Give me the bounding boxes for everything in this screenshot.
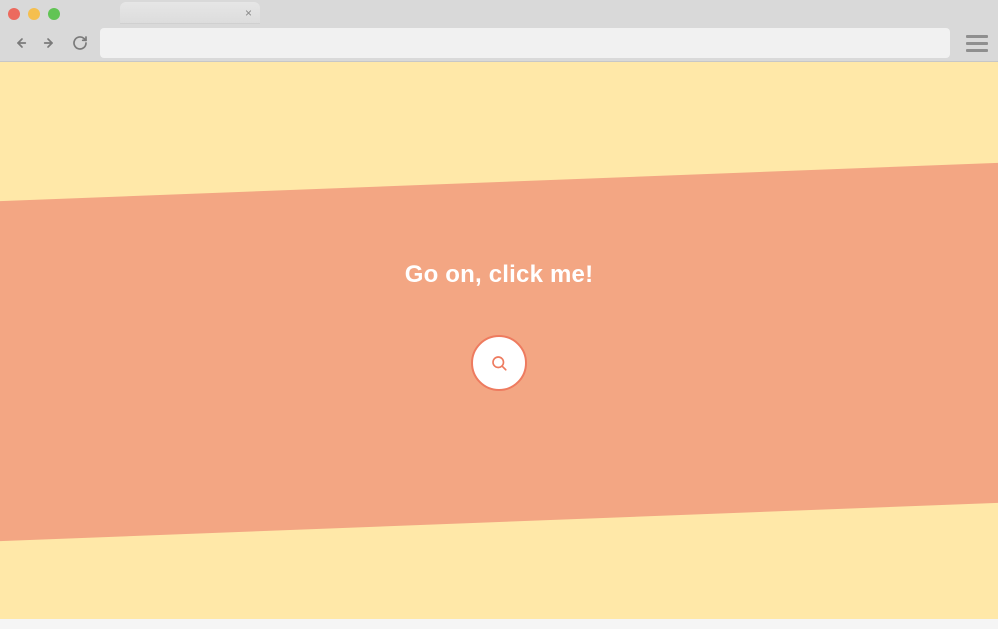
page-viewport: Go on, click me! [0,62,998,629]
maximize-window-button[interactable] [48,8,60,20]
close-tab-icon[interactable]: × [245,7,252,19]
bottom-edge [0,619,998,629]
arrow-left-icon [12,35,28,51]
reload-icon [72,35,88,51]
window-controls [2,2,68,20]
back-button[interactable] [10,33,30,53]
arrow-right-icon [42,35,58,51]
close-window-button[interactable] [8,8,20,20]
browser-chrome: × [0,0,998,62]
browser-tab[interactable]: × [120,2,260,24]
hamburger-icon [966,35,988,38]
search-button[interactable] [471,335,527,391]
minimize-window-button[interactable] [28,8,40,20]
menu-button[interactable] [966,32,988,54]
hero-section: Go on, click me! [0,62,998,629]
headline-text: Go on, click me! [405,261,594,289]
reload-button[interactable] [70,33,90,53]
forward-button[interactable] [40,33,60,53]
browser-toolbar [0,24,998,62]
address-bar[interactable] [100,28,950,58]
search-icon [490,354,508,372]
tab-bar: × [0,0,998,24]
